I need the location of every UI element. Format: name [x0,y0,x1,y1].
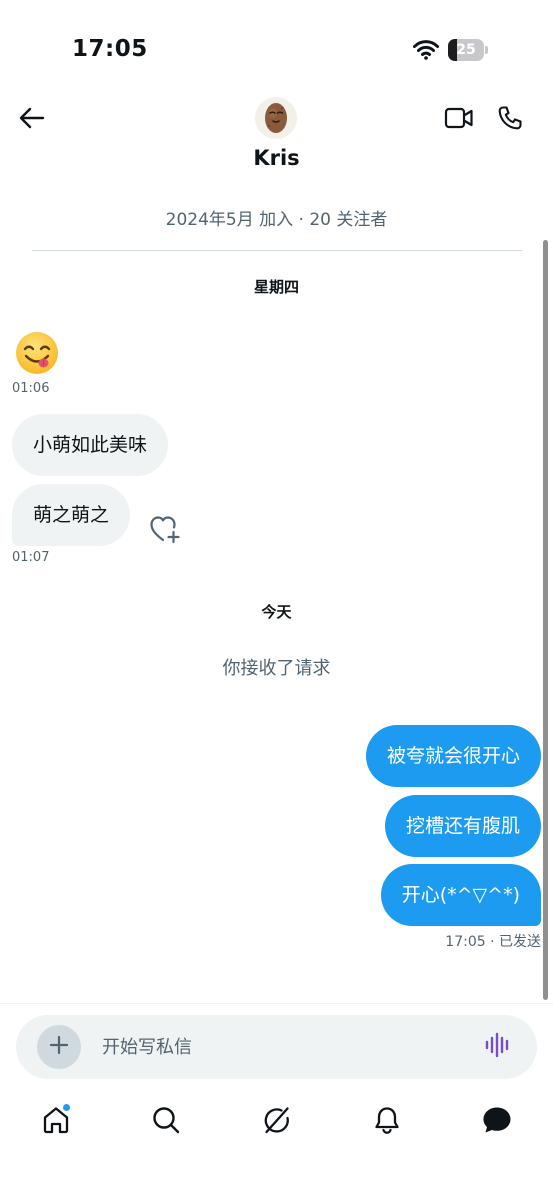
emoji-message[interactable] [14,330,60,376]
system-message: 你接收了请求 [222,658,331,679]
grok-icon [262,1105,292,1139]
outgoing-message[interactable]: 被夸就会很开心 [365,725,541,787]
divider [32,250,522,251]
message-timestamp: 01:06 [12,381,50,396]
arrow-left-icon [19,107,45,133]
sent-status: 17:05 · 已发送 [445,934,541,950]
contact-name[interactable]: Kris [0,146,553,170]
battery-tip [485,46,488,54]
tab-grok[interactable] [257,1102,297,1142]
status-time: 17:05 [72,36,148,62]
tab-notifications[interactable] [367,1102,407,1142]
back-button[interactable] [14,102,50,138]
yum-emoji-icon [16,332,58,374]
potato-avatar-icon [265,103,287,133]
messages-icon [481,1105,513,1139]
voice-call-button[interactable] [492,102,528,138]
add-reaction-button[interactable] [148,514,182,548]
day-separator: 星期四 [253,278,299,296]
heart-plus-icon [149,514,181,548]
audio-wave-icon [484,1032,512,1062]
phone-icon [497,105,523,135]
tab-messages[interactable] [477,1102,517,1142]
incoming-message[interactable]: 萌之萌之 [12,484,131,546]
battery-percentage: 25 [456,42,476,58]
bell-icon [372,1105,402,1139]
notification-dot [62,1103,71,1112]
wifi-icon [413,40,439,60]
tab-bar [0,1094,553,1154]
outgoing-message[interactable]: 开心(*^▽^*) [380,864,541,926]
search-icon [151,1105,181,1139]
plus-icon [49,1035,69,1059]
video-camera-icon [444,106,474,134]
divider [0,1003,553,1004]
tab-search[interactable] [146,1102,186,1142]
day-separator: 今天 [261,603,292,621]
profile-meta: 2024年5月 加入 · 20 关注者 [165,210,388,230]
voice-message-button[interactable] [482,1032,514,1062]
message-timestamp: 01:07 [12,550,50,565]
message-composer [16,1015,537,1079]
message-input[interactable] [102,1027,472,1067]
attach-button[interactable] [37,1025,81,1069]
battery-body: 25 [448,39,484,61]
video-call-button[interactable] [441,102,477,138]
outgoing-message[interactable]: 挖槽还有腹肌 [384,795,541,857]
incoming-message[interactable]: 小萌如此美味 [12,414,169,476]
battery-icon: 25 [448,39,488,61]
status-bar: 17:05 25 [0,0,553,100]
avatar[interactable] [255,97,297,139]
